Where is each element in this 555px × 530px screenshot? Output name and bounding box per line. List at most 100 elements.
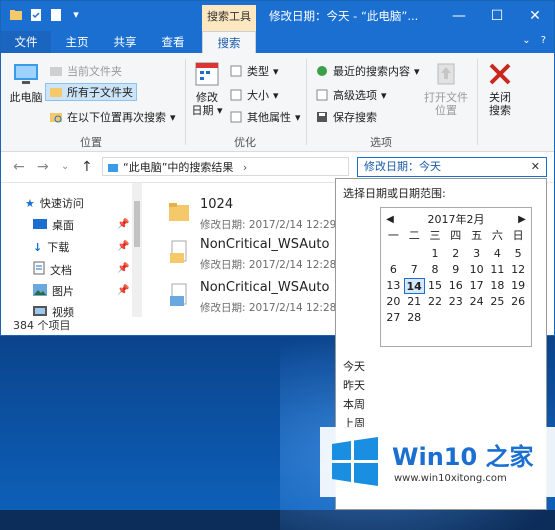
day-cell[interactable]: 8: [425, 262, 446, 278]
day-cell[interactable]: [508, 310, 529, 326]
day-cell[interactable]: 18: [487, 278, 508, 294]
properties-icon[interactable]: [29, 8, 43, 22]
recent-searches-button[interactable]: 最近的搜索内容 ▾: [315, 63, 420, 79]
search-again-button[interactable]: 在以下位置再次搜索 ▾: [49, 109, 176, 125]
kind-button[interactable]: 类型 ▾: [229, 63, 279, 79]
list-item[interactable]: NonCritical_WSAuto 修改日期: 2017/2/14 12:28: [166, 233, 341, 273]
search-input[interactable]: 修改日期：今天 ✕: [357, 157, 547, 177]
current-folder-button[interactable]: 当前文件夹: [49, 63, 122, 79]
chevron-right-icon[interactable]: ›: [243, 161, 247, 174]
day-cell[interactable]: 23: [445, 294, 466, 310]
day-cell[interactable]: 12: [508, 262, 529, 278]
day-cell[interactable]: 28: [404, 310, 425, 326]
day-cell[interactable]: 2: [445, 246, 466, 262]
address-bar[interactable]: “此电脑”中的搜索结果 ›: [102, 157, 349, 176]
pin-icon[interactable]: 📌: [117, 241, 129, 252]
tab-search[interactable]: 搜索: [202, 31, 256, 53]
navpane-scrollbar[interactable]: [132, 183, 142, 317]
day-cell[interactable]: 26: [508, 294, 529, 310]
close-icon[interactable]: ✕: [516, 1, 554, 31]
preset-today[interactable]: 今天: [343, 357, 365, 376]
advanced-options-label: 高级选项: [333, 89, 377, 102]
minimize-icon[interactable]: —: [440, 1, 478, 31]
day-cell[interactable]: [404, 246, 425, 262]
day-cell[interactable]: 9: [445, 262, 466, 278]
close-search-button[interactable]: 关闭搜索: [485, 59, 515, 117]
all-subfolders-button[interactable]: 所有子文件夹: [45, 83, 137, 101]
tab-share[interactable]: 共享: [103, 31, 147, 53]
day-cell[interactable]: 13: [383, 278, 404, 294]
day-cell[interactable]: 3: [466, 246, 487, 262]
day-cell[interactable]: [466, 310, 487, 326]
file-name: NonCritical_WSAuto: [200, 280, 330, 295]
help-icon[interactable]: ?: [541, 35, 546, 46]
day-cell[interactable]: 10: [466, 262, 487, 278]
nav-item-documents[interactable]: 文档: [33, 261, 72, 278]
day-cell[interactable]: 4: [487, 246, 508, 262]
folder-icon: [49, 64, 63, 78]
back-icon[interactable]: ←: [13, 159, 25, 175]
day-cell[interactable]: 20: [383, 294, 404, 310]
up-icon[interactable]: ↑: [81, 159, 93, 175]
next-month-icon[interactable]: ▶: [515, 212, 529, 228]
maximize-icon[interactable]: ☐: [478, 1, 516, 31]
previous-month-icon[interactable]: ◀: [383, 212, 397, 228]
day-cell[interactable]: 21: [404, 294, 425, 310]
this-pc-button[interactable]: 此电脑: [9, 59, 43, 104]
pin-icon[interactable]: 📌: [117, 263, 129, 274]
all-subfolders-label: 所有子文件夹: [67, 86, 133, 99]
day-cell[interactable]: 24: [466, 294, 487, 310]
day-cell[interactable]: 11: [487, 262, 508, 278]
day-cell[interactable]: 17: [466, 278, 487, 294]
watermark-brand: Win10 之家: [392, 443, 534, 471]
recent-locations-icon[interactable]: ⌄: [61, 161, 69, 172]
title-bar: ▾ 搜索工具 修改日期：今天 - “此电脑”... — ☐ ✕: [1, 1, 554, 31]
search-value: 修改日期：今天: [364, 160, 441, 173]
tab-view[interactable]: 查看: [151, 31, 195, 53]
day-cell[interactable]: [487, 310, 508, 326]
forward-icon[interactable]: →: [37, 159, 49, 175]
day-cell[interactable]: [425, 310, 446, 326]
preset-this-week[interactable]: 本周: [343, 395, 365, 414]
day-cell[interactable]: 15: [425, 278, 446, 294]
day-cell[interactable]: 1: [425, 246, 446, 262]
window-controls: — ☐ ✕: [440, 1, 554, 31]
nav-item-quick-access[interactable]: ★ 快速访问: [25, 195, 84, 211]
nav-item-pictures[interactable]: 图片: [33, 283, 74, 299]
day-cell[interactable]: 19: [508, 278, 529, 294]
list-item[interactable]: NonCritical_WSAuto 修改日期: 2017/2/14 12:28: [166, 276, 341, 316]
open-file-location-button[interactable]: 打开文件位置: [421, 59, 471, 117]
tab-file[interactable]: 文件: [1, 31, 51, 53]
date-modified-button[interactable]: 修改日期 ▾: [191, 59, 223, 117]
customize-chevron-icon[interactable]: ▾: [69, 8, 83, 22]
day-cell[interactable]: 27: [383, 310, 404, 326]
day-cell[interactable]: 6: [383, 262, 404, 278]
nav-item-desktop[interactable]: 桌面: [33, 217, 74, 233]
day-cell[interactable]: 22: [425, 294, 446, 310]
list-item[interactable]: 1024 修改日期: 2017/2/14 12:29: [166, 193, 341, 233]
status-bar: 384 个项目: [1, 317, 341, 335]
advanced-options-button[interactable]: 高级选项 ▾: [315, 87, 387, 103]
date-presets: 今天 昨天 本周 上周: [343, 357, 365, 433]
other-properties-button[interactable]: 其他属性 ▾: [229, 109, 301, 125]
tab-home[interactable]: 主页: [55, 31, 99, 53]
pin-icon[interactable]: 📌: [117, 219, 129, 230]
day-cell[interactable]: [445, 310, 466, 326]
folder-icon[interactable]: [9, 8, 23, 22]
size-button[interactable]: 大小 ▾: [229, 87, 279, 103]
day-cell[interactable]: 16: [445, 278, 466, 294]
this-pc-label: 此电脑: [9, 91, 43, 104]
preset-yesterday[interactable]: 昨天: [343, 376, 365, 395]
nav-item-downloads[interactable]: ↓ 下载: [33, 239, 69, 255]
scrollbar-thumb[interactable]: [134, 201, 140, 247]
clear-search-icon[interactable]: ✕: [531, 158, 540, 176]
collapse-ribbon-icon[interactable]: ⌄: [522, 35, 530, 46]
new-folder-icon[interactable]: [49, 8, 63, 22]
save-search-button[interactable]: 保存搜索: [315, 109, 377, 125]
day-cell[interactable]: [383, 246, 404, 262]
day-cell[interactable]: 5: [508, 246, 529, 262]
day-cell[interactable]: 25: [487, 294, 508, 310]
pin-icon[interactable]: 📌: [117, 285, 129, 296]
day-cell[interactable]: 7: [404, 262, 425, 278]
day-cell-today[interactable]: 14: [403, 278, 425, 294]
